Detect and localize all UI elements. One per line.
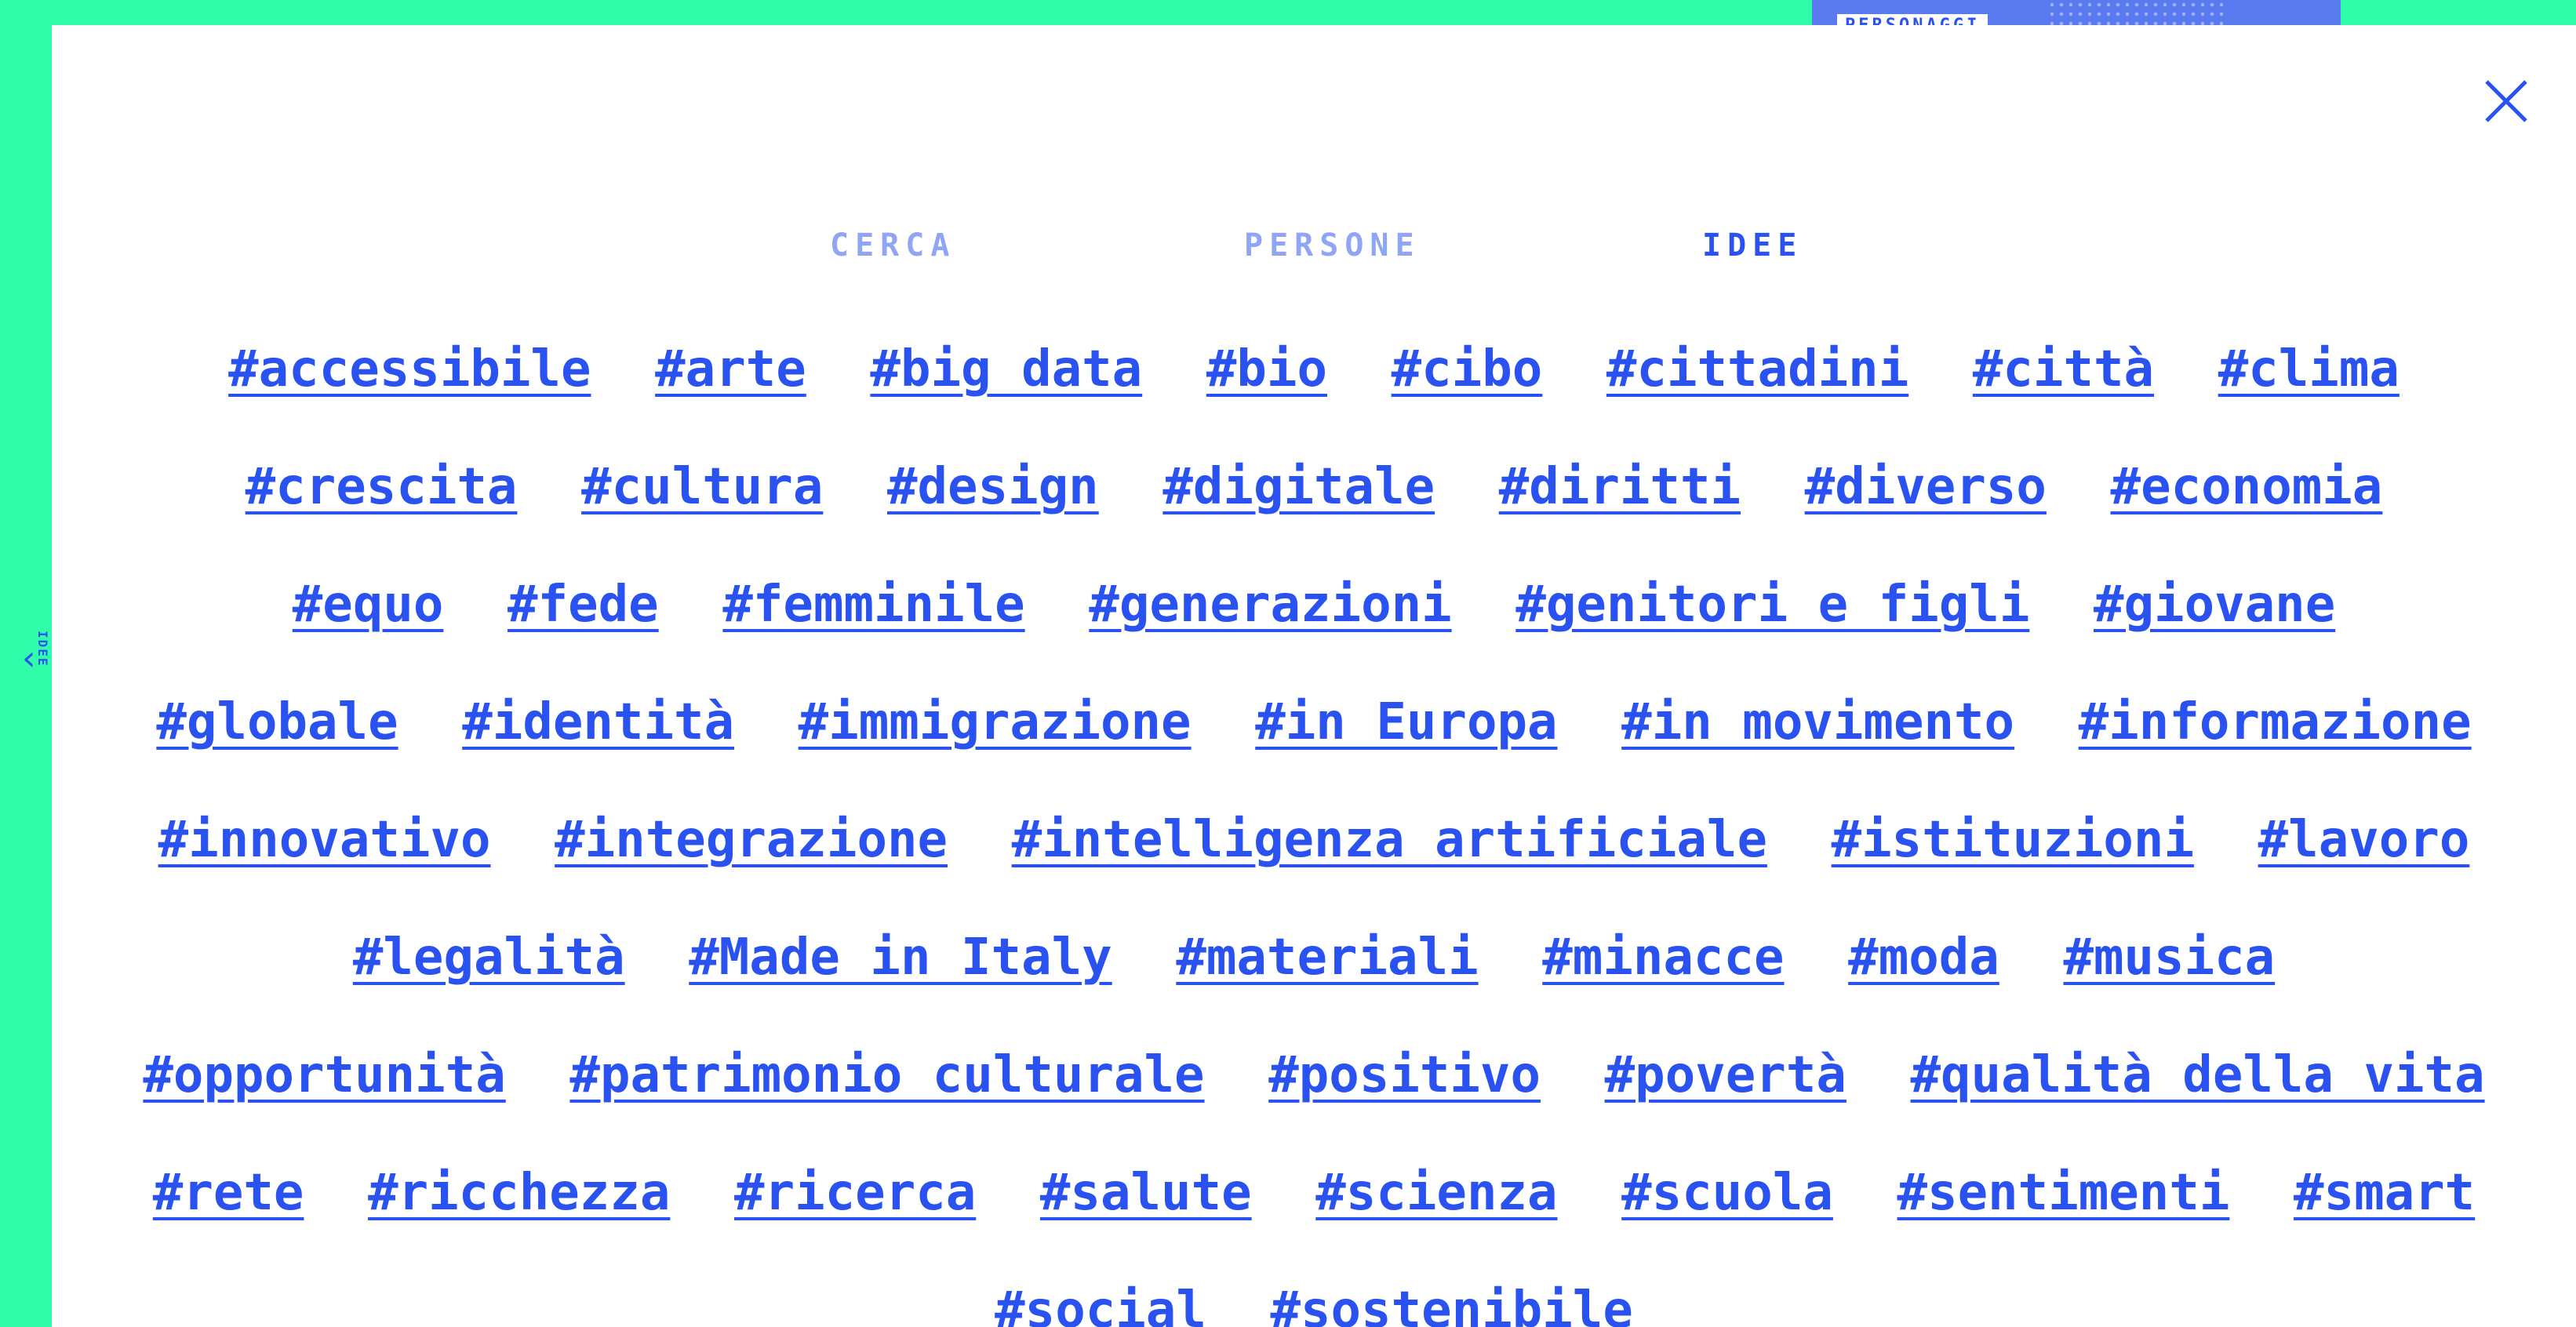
tag-link[interactable]: #rete [153,1140,304,1245]
tag-link[interactable]: #diverso [1805,434,2047,540]
tag-link[interactable]: #sentimenti [1897,1140,2230,1245]
close-button[interactable] [2480,75,2532,127]
tag-link[interactable]: #clima [2218,317,2400,422]
tag-link[interactable]: #innovativo [158,787,491,893]
tag-link[interactable]: #minacce [1542,905,1784,1010]
tag-link[interactable]: #arte [655,317,806,422]
tag-link[interactable]: #bio [1206,317,1327,422]
tag-link[interactable]: #digitale [1162,434,1435,540]
tag-link[interactable]: #identità [462,670,734,775]
tag-link[interactable]: #economia [2111,434,2383,540]
tag-link[interactable]: #città [1973,317,2154,422]
tag-link[interactable]: #accessibile [228,317,591,422]
tag-link[interactable]: #giovane [2094,552,2335,657]
tag-link[interactable]: #salute [1040,1140,1252,1245]
tag-link[interactable]: #globale [156,670,398,775]
tag-link[interactable]: #Made in Italy [689,905,1112,1010]
tag-link[interactable]: #opportunità [143,1023,505,1128]
tag-link[interactable]: #smart [2294,1140,2475,1245]
tag-link[interactable]: #femminile [722,552,1024,657]
tag-link[interactable]: #integrazione [555,787,948,893]
tag-link[interactable]: #genitori e figli [1515,552,2029,657]
tag-link[interactable]: #in movimento [1621,670,2014,775]
tag-link[interactable]: #diritti [1499,434,1741,540]
tag-link[interactable]: #istituzioni [1832,787,2194,893]
tag-link[interactable]: #cibo [1392,317,1543,422]
tag-link[interactable]: #musica [2063,905,2275,1010]
side-tab-label: IDEE [35,631,50,667]
tag-link[interactable]: #equo [293,552,444,657]
tag-link[interactable]: #generazioni [1089,552,1451,657]
tag-link[interactable]: #immigrazione [799,670,1192,775]
tag-link[interactable]: #scienza [1315,1140,1557,1245]
tag-link[interactable]: #qualità della vita [1911,1023,2485,1128]
tab-persone[interactable]: PERSONE [1244,227,1421,264]
close-icon [2485,80,2527,122]
side-tab[interactable]: ‹ IDEE [14,627,55,698]
tag-link[interactable]: #ricchezza [368,1140,670,1245]
tag-link[interactable]: #materiali [1176,905,1478,1010]
ideas-modal: CERCA PERSONE IDEE #accessibile #arte #b… [52,25,2576,1327]
tag-link[interactable]: #sostenibile [1270,1258,1632,1327]
tag-link[interactable]: #fede [508,552,659,657]
tag-link[interactable]: #povertà [1605,1023,1846,1128]
tag-link[interactable]: #moda [1848,905,1999,1010]
tab-idee[interactable]: IDEE [1702,227,1803,264]
tag-link[interactable]: #design [887,434,1099,540]
tag-link[interactable]: #cittadini [1606,317,1908,422]
tag-link[interactable]: #legalità [353,905,625,1010]
tag-cloud: #accessibile #arte #big data #bio #cibo … [115,317,2513,1327]
tag-link[interactable]: #lavoro [2258,787,2470,893]
tab-cerca[interactable]: CERCA [830,227,955,264]
tag-link[interactable]: #intelligenza artificiale [1012,787,1767,893]
tag-link[interactable]: #social [995,1258,1206,1327]
tag-link[interactable]: #positivo [1268,1023,1541,1128]
tag-link[interactable]: #in Europa [1255,670,1557,775]
tag-link[interactable]: #big data [870,317,1142,422]
tag-link[interactable]: #informazione [2079,670,2472,775]
tag-link[interactable]: #ricerca [734,1140,976,1245]
tag-link[interactable]: #cultura [581,434,823,540]
tag-link[interactable]: #scuola [1621,1140,1833,1245]
modal-tabs: CERCA PERSONE IDEE [52,227,2576,274]
tag-link[interactable]: #crescita [246,434,518,540]
tag-link[interactable]: #patrimonio culturale [569,1023,1204,1128]
